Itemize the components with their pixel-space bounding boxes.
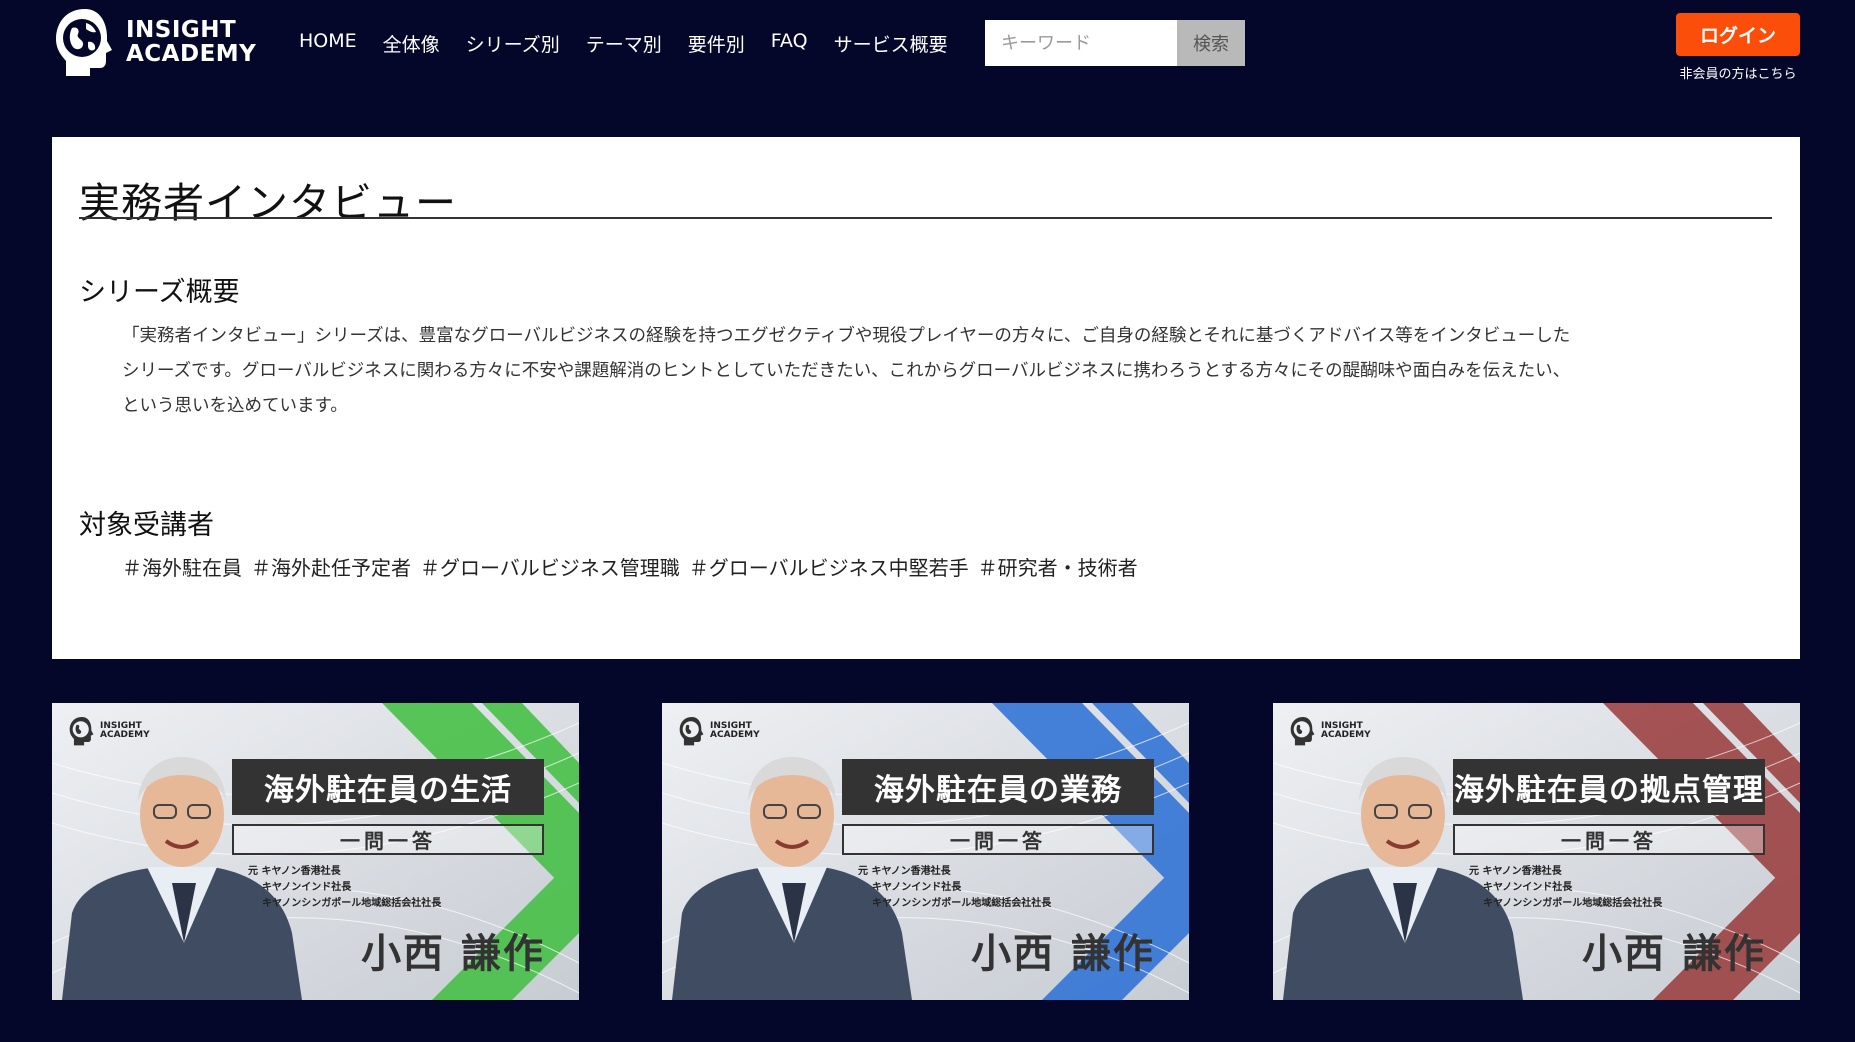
site-header: INSIGHT ACADEMY HOME 全体像 シリーズ別 テーマ別 要件別 … [0,0,1855,110]
speaker-name: 小西 謙作 [1582,931,1766,977]
overview-heading: シリーズ概要 [79,277,240,308]
title-divider [79,217,1772,219]
speaker-role: キヤノンシンガポール地域総括会社社長 [1483,898,1663,909]
video-title: 海外駐在員の拠点管理 [1453,759,1765,815]
thumbnail-logo-line2: ACADEMY [1321,730,1371,740]
speaker-name: 小西 謙作 [971,931,1155,977]
site-logo[interactable]: INSIGHT ACADEMY [52,6,256,78]
tag[interactable]: ＃グローバルビジネス中堅若手 [689,552,969,581]
tag[interactable]: ＃海外駐在員 [122,552,242,581]
video-subtitle: 一問一答 [842,824,1154,855]
speaker-roles: 元 キヤノン香港社長 キヤノンインド社長 キヤノンシンガポール地域総括会社社長 [858,864,1051,912]
nav-home[interactable]: HOME [299,30,357,57]
page-title: 実務者インタビュー [79,179,457,227]
tag[interactable]: ＃海外赴任予定者 [251,552,411,581]
video-subtitle: 一問一答 [1453,824,1765,855]
video-thumbnail[interactable]: INSIGHT ACADEMY 海外駐在員の生活 一問一答 元 キヤノン香港社長… [52,703,579,1000]
video-thumbnail[interactable]: INSIGHT ACADEMY 海外駐在員の業務 一問一答 元 キヤノン香港社長… [662,703,1189,1000]
search-button[interactable]: 検索 [1177,20,1245,66]
thumbnail-logo: INSIGHT ACADEMY [1289,715,1371,747]
speaker-role: 元 キヤノン香港社長 [858,866,951,877]
video-thumbnail[interactable]: INSIGHT ACADEMY 海外駐在員の拠点管理 一問一答 元 キヤノン香港… [1273,703,1800,1000]
overview-line: シリーズです。グローバルビジネスに関わる方々に不安や課題解消のヒントとしていただ… [122,361,1571,381]
overview-text: 「実務者インタビュー」シリーズは、豊富なグローバルビジネスの経験を持つエグゼクテ… [122,319,1772,424]
overview-line: 「実務者インタビュー」シリーズは、豊富なグローバルビジネスの経験を持つエグゼクテ… [122,326,1571,346]
thumbnail-logo: INSIGHT ACADEMY [678,715,760,747]
search-bar: 検索 [985,20,1245,66]
video-subtitle: 一問一答 [232,824,544,855]
head-globe-logo-icon [69,717,94,746]
head-globe-logo-icon [679,717,704,746]
video-title: 海外駐在員の生活 [232,759,544,815]
nav-service[interactable]: サービス概要 [834,30,948,57]
logo-line1: INSIGHT [126,17,237,43]
video-list: INSIGHT ACADEMY 海外駐在員の生活 一問一答 元 キヤノン香港社長… [52,703,1800,1000]
logo-line2: ACADEMY [126,41,257,67]
speaker-role: キヤノンシンガポール地域総括会社社長 [262,898,442,909]
nav-faq[interactable]: FAQ [771,30,808,57]
speaker-role: 元 キヤノン香港社長 [248,866,341,877]
speaker-roles: 元 キヤノン香港社長 キヤノンインド社長 キヤノンシンガポール地域総括会社社長 [248,864,441,912]
speaker-name: 小西 謙作 [361,931,545,977]
target-heading: 対象受講者 [79,510,214,541]
thumbnail-logo-line2: ACADEMY [710,730,760,740]
tag[interactable]: ＃グローバルビジネス管理職 [420,552,680,581]
speaker-role: キヤノンシンガポール地域総括会社社長 [872,898,1052,909]
nav-theme[interactable]: テーマ別 [586,30,662,57]
nav-series[interactable]: シリーズ別 [466,30,560,57]
thumbnail-logo-line2: ACADEMY [100,730,150,740]
tag[interactable]: ＃研究者・技術者 [978,552,1138,581]
video-title: 海外駐在員の業務 [842,759,1154,815]
speaker-role: 元 キヤノン香港社長 [1469,866,1562,877]
nav-overview[interactable]: 全体像 [383,30,440,57]
speaker-role: キヤノンインド社長 [872,882,962,893]
thumbnail-logo: INSIGHT ACADEMY [68,715,150,747]
overview-line: という思いを込めています。 [122,396,348,416]
nav-requirements[interactable]: 要件別 [688,30,745,57]
login-button[interactable]: ログイン [1676,13,1800,56]
head-globe-logo-icon [1290,717,1315,746]
nonmember-link[interactable]: 非会員の方はこちら [1676,63,1800,82]
main-nav: HOME 全体像 シリーズ別 テーマ別 要件別 FAQ サービス概要 [299,30,974,57]
target-tags: ＃海外駐在員 ＃海外赴任予定者 ＃グローバルビジネス管理職 ＃グローバルビジネス… [122,552,1147,581]
series-info-card: 実務者インタビュー シリーズ概要 「実務者インタビュー」シリーズは、豊富なグロー… [52,137,1800,659]
search-input[interactable] [985,20,1177,66]
speaker-roles: 元 キヤノン香港社長 キヤノンインド社長 キヤノンシンガポール地域総括会社社長 [1469,864,1662,912]
speaker-role: キヤノンインド社長 [1483,882,1573,893]
speaker-role: キヤノンインド社長 [262,882,352,893]
head-globe-logo-icon [56,9,112,76]
